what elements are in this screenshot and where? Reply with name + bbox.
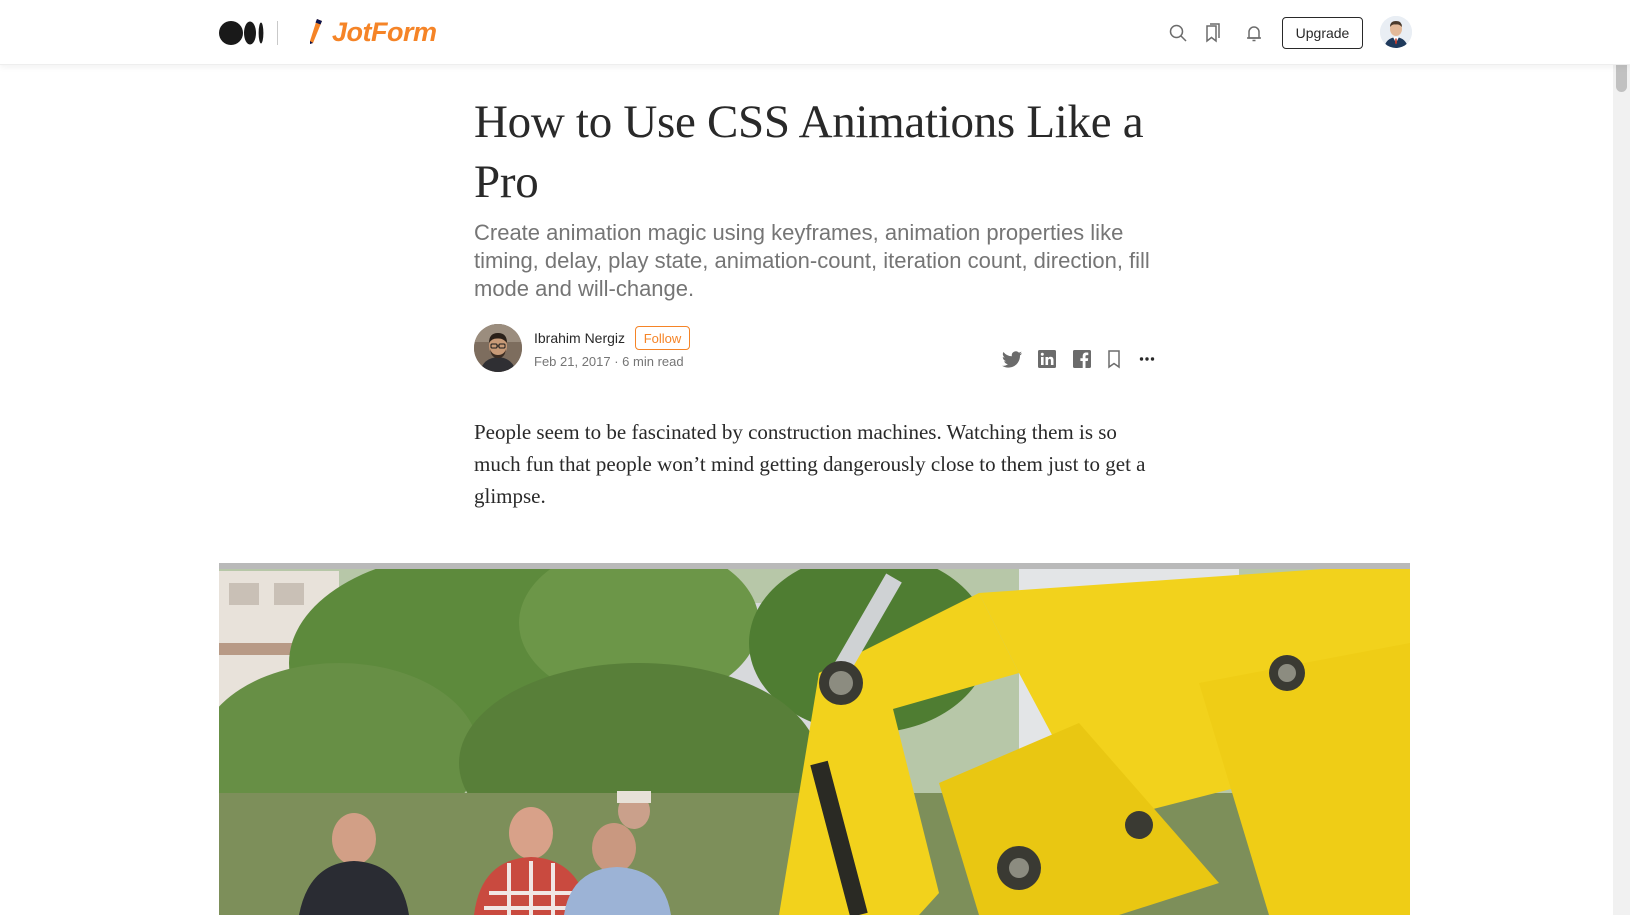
linkedin-icon[interactable] — [1035, 347, 1059, 371]
notifications-icon[interactable] — [1242, 21, 1266, 45]
twitter-icon[interactable] — [1000, 347, 1024, 371]
top-navigation-bar: JotForm Upgrade — [0, 0, 1630, 65]
publication-logo[interactable]: JotForm — [306, 14, 437, 50]
article-hero-image — [219, 563, 1410, 915]
publication-name: JotForm — [332, 16, 437, 47]
author-name[interactable]: Ibrahim Nergiz — [534, 330, 625, 346]
bookmarks-icon[interactable] — [1201, 21, 1225, 45]
image-top-border — [219, 563, 1410, 569]
logo-divider — [277, 21, 278, 45]
facebook-icon[interactable] — [1070, 347, 1094, 371]
article-paragraph: People seem to be fascinated by construc… — [474, 420, 1146, 508]
user-avatar[interactable] — [1380, 16, 1412, 48]
scrollbar-track[interactable] — [1613, 0, 1630, 915]
author-row: Ibrahim Nergiz Follow Feb 21, 2017 · 6 m… — [474, 324, 1160, 374]
upgrade-button[interactable]: Upgrade — [1282, 17, 1363, 49]
jotform-pencil-icon — [310, 19, 322, 44]
article-meta: Feb 21, 2017 · 6 min read — [534, 354, 684, 369]
medium-logo-icon[interactable] — [219, 20, 265, 46]
excavator-photo — [219, 563, 1410, 915]
follow-button[interactable]: Follow — [635, 326, 690, 350]
author-avatar[interactable] — [474, 324, 522, 372]
article-title: How to Use CSS Animations Like a Pro — [474, 96, 1144, 208]
more-icon[interactable] — [1135, 347, 1159, 371]
article-subtitle: Create animation magic using keyframes, … — [474, 220, 1150, 301]
search-icon[interactable] — [1166, 21, 1190, 45]
bookmark-icon[interactable] — [1102, 347, 1126, 371]
